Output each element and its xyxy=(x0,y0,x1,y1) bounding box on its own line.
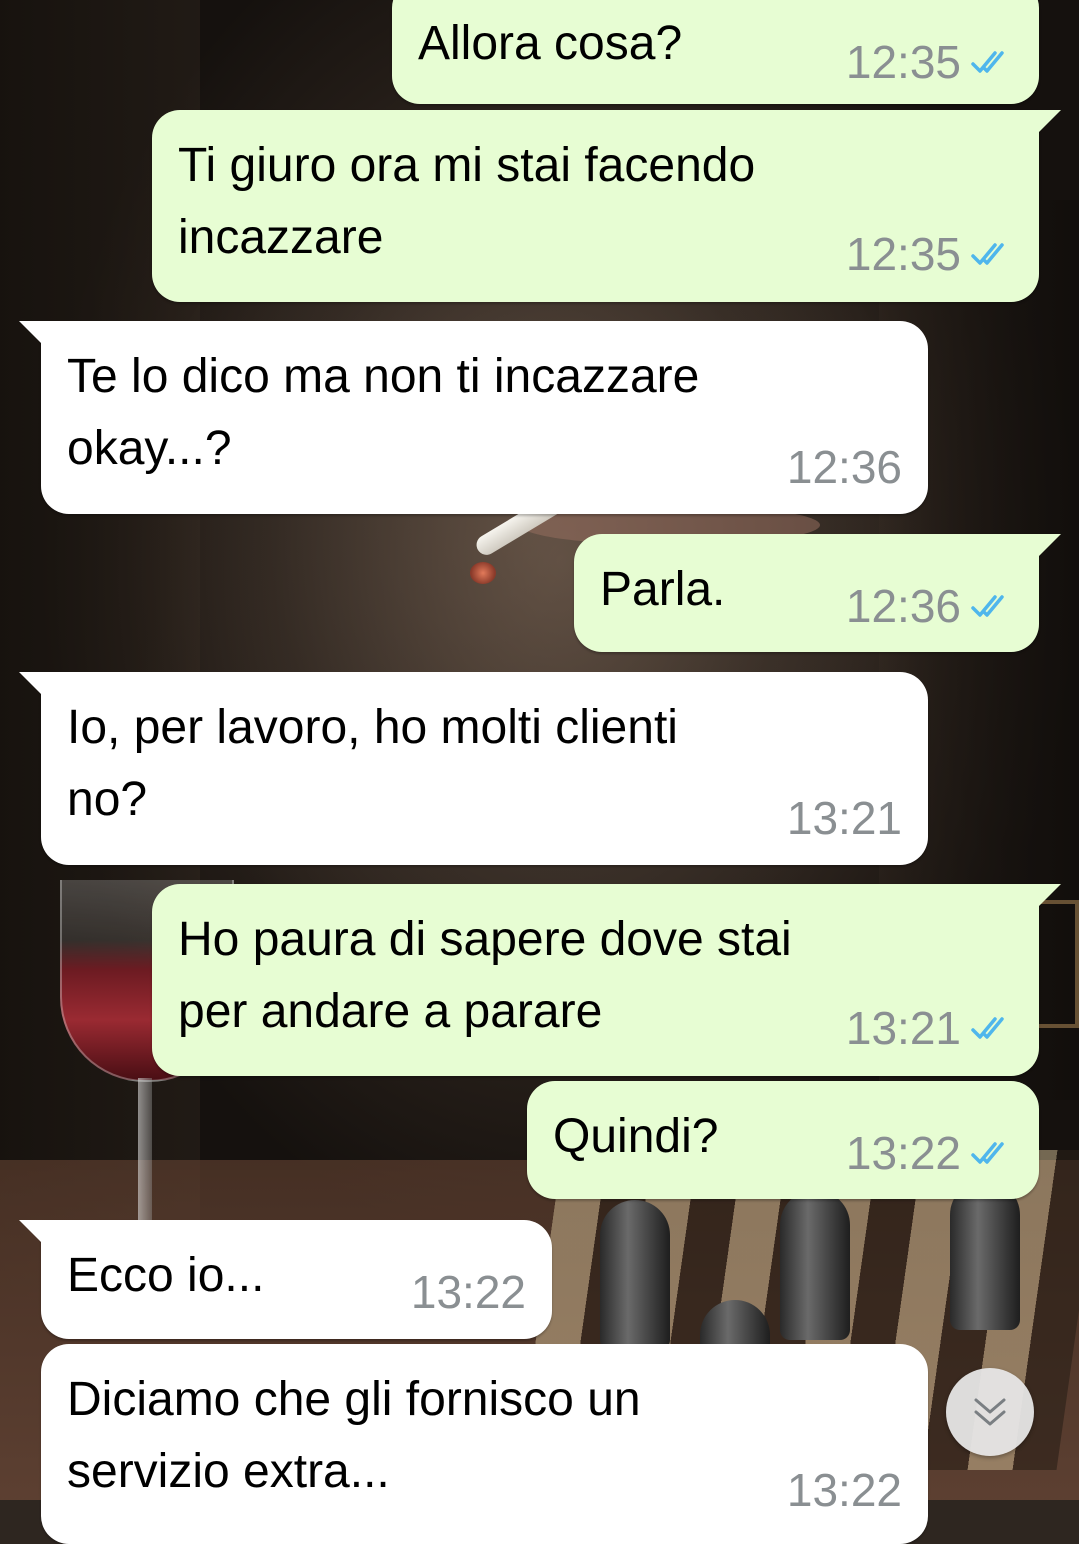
message-text: Ti giuro ora mi stai facendo xyxy=(178,139,756,192)
message-time: 12:36 xyxy=(786,441,902,493)
message-time: 13:21 xyxy=(786,792,902,844)
message-time: 12:35 xyxy=(845,36,961,88)
wallpaper-chess-piece xyxy=(950,1180,1020,1330)
message-bubble[interactable]: Ho paura di sapere dove stai per andare … xyxy=(152,884,1061,1076)
message-bubble[interactable]: Diciamo che gli fornisco un servizio ext… xyxy=(41,1344,928,1544)
message-text: no? xyxy=(67,773,148,826)
wallpaper-chess-piece xyxy=(600,1200,670,1350)
message-text: incazzare xyxy=(178,211,384,264)
message-text: servizio extra... xyxy=(67,1445,390,1498)
message-bubble[interactable]: Quindi? 13:22 xyxy=(527,1081,1039,1199)
message-text: per andare a parare xyxy=(178,985,603,1038)
message-text: Diciamo che gli fornisco un xyxy=(67,1373,641,1426)
message-text: Parla. xyxy=(600,563,726,616)
message-text: Io, per lavoro, ho molti clienti xyxy=(67,701,678,754)
wallpaper-cigarette-tip xyxy=(470,562,496,584)
message-meta: 12:35 xyxy=(846,218,1013,290)
double-check-icon xyxy=(971,1017,1004,1039)
double-check-icon xyxy=(971,243,1004,265)
double-check-icon xyxy=(971,51,1004,73)
wallpaper-chess-piece xyxy=(780,1190,850,1340)
double-check-icon xyxy=(971,595,1004,617)
message-meta: 12:35 xyxy=(846,26,1013,98)
message-meta: 13:21 xyxy=(787,782,902,854)
message-meta: 13:21 xyxy=(846,992,1013,1064)
message-bubble[interactable]: Ti giuro ora mi stai facendo incazzare 1… xyxy=(152,110,1061,302)
message-text: Quindi? xyxy=(553,1110,719,1163)
message-time: 13:21 xyxy=(845,1002,961,1054)
scroll-to-bottom-button[interactable] xyxy=(946,1368,1034,1456)
message-time: 13:22 xyxy=(410,1266,526,1318)
message-meta: 12:36 xyxy=(787,431,902,503)
message-bubble[interactable]: Parla. 12:36 xyxy=(574,534,1061,652)
message-bubble[interactable]: Io, per lavoro, ho molti clienti no? 13:… xyxy=(19,672,928,865)
chevron-double-down-icon xyxy=(974,1398,1006,1426)
message-time: 13:22 xyxy=(786,1464,902,1516)
message-meta: 13:22 xyxy=(411,1256,526,1328)
message-meta: 12:36 xyxy=(846,570,1013,642)
message-meta: 13:22 xyxy=(787,1454,902,1526)
message-bubble[interactable]: Ecco io... 13:22 xyxy=(19,1220,552,1339)
message-bubble[interactable]: Te lo dico ma non ti incazzare okay...? … xyxy=(19,321,928,514)
wallpaper-wine-glass-stem xyxy=(138,1078,152,1238)
message-time: 13:22 xyxy=(845,1127,961,1179)
message-text: okay...? xyxy=(67,422,232,475)
message-time: 12:35 xyxy=(845,228,961,280)
message-text: Allora cosa? xyxy=(418,17,683,70)
message-text: Ecco io... xyxy=(67,1249,265,1302)
message-text: Te lo dico ma non ti incazzare xyxy=(67,350,700,403)
message-text: Ho paura di sapere dove stai xyxy=(178,913,792,966)
message-meta: 13:22 xyxy=(846,1117,1013,1189)
double-check-icon xyxy=(971,1142,1004,1164)
message-bubble[interactable]: Allora cosa? 12:35 xyxy=(392,0,1039,104)
message-time: 12:36 xyxy=(845,580,961,632)
